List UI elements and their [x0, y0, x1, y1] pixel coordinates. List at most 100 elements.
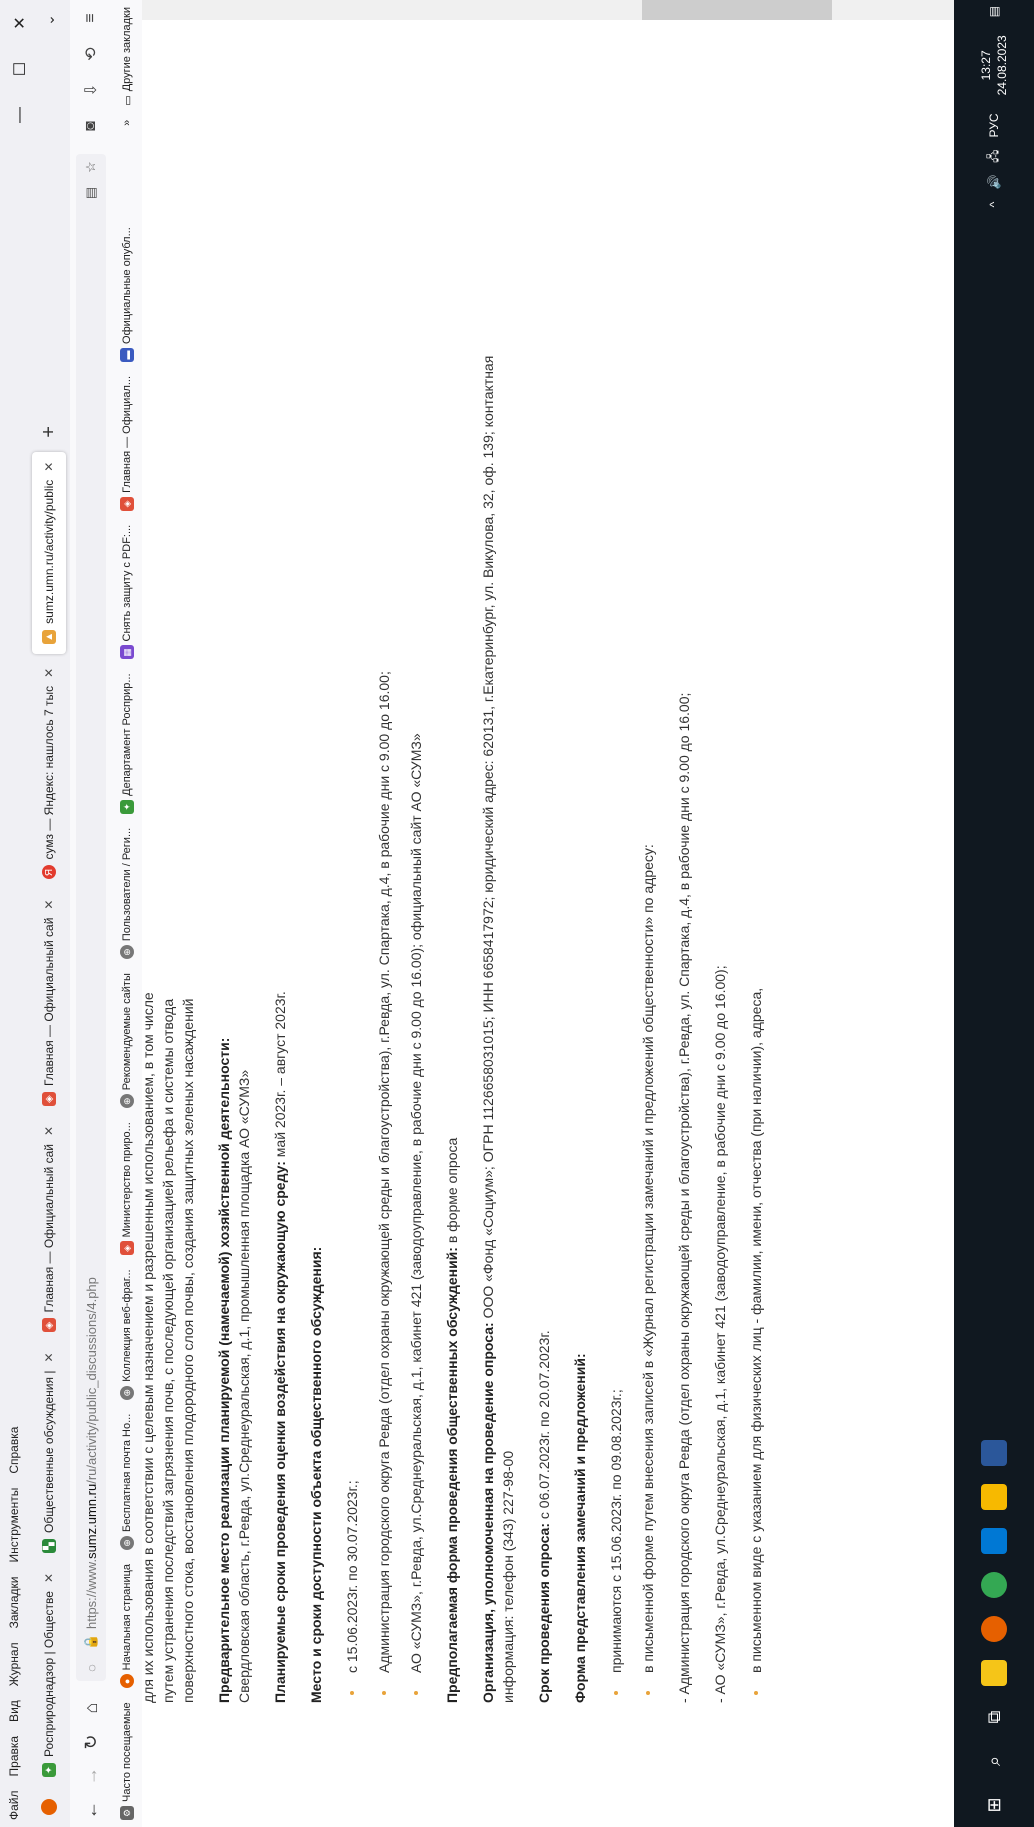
menu-file[interactable]: Файл — [7, 1783, 21, 1827]
close-tab-icon[interactable]: ✕ — [42, 462, 56, 472]
intro-line: путем устранения последствий загрязнения… — [160, 998, 176, 1703]
app-icon[interactable] — [972, 1475, 1016, 1519]
volume-icon[interactable]: 🔊 — [987, 169, 1001, 196]
task-view-icon[interactable]: ⧉ — [972, 1695, 1016, 1739]
taskbar: ⊞ ⌕ ⧉ ^ 🔊 🖧 РУС 13:27 24.08.2023 ▤ — [954, 0, 1034, 1827]
reader-view-icon[interactable]: ▤ — [83, 180, 99, 206]
close-tab-icon[interactable]: ✕ — [42, 668, 56, 678]
menu-history[interactable]: Журнал — [7, 1635, 21, 1693]
yandex-icon: Я — [42, 865, 56, 880]
tab-official-site-2[interactable]: ◈ Главная — Официальный сай ✕ — [32, 890, 66, 1116]
menu-help[interactable]: Справка — [7, 1420, 21, 1481]
bookmark-free-mail[interactable]: ⊕ Бесплатная почта Но... — [120, 1407, 134, 1557]
list-item: в письменной форме путем внесения записе… — [638, 303, 658, 1703]
other-bookmarks[interactable]: ▭ Другие закладки — [121, 0, 134, 113]
intro-line: для их использования в соответствии с це… — [142, 992, 156, 1703]
official-site-icon: ◈ — [42, 1318, 56, 1333]
coat-of-arms-icon: ◈ — [120, 496, 134, 511]
close-tab-icon[interactable]: ✕ — [42, 1126, 56, 1136]
pdf-tool-icon: ▦ — [120, 645, 134, 660]
menu-view[interactable]: Вид — [7, 1693, 21, 1729]
reload-button[interactable]: ↻ — [81, 1725, 102, 1759]
scrollbar-thumb[interactable] — [642, 0, 832, 20]
tab-rosprirodnadzor[interactable]: ✦ Росприроднадзор | Обществе ✕ — [32, 1563, 66, 1787]
file-explorer-icon[interactable] — [972, 1651, 1016, 1695]
search-icon[interactable]: ⌕ — [972, 1739, 1016, 1783]
outlook-icon[interactable] — [972, 1519, 1016, 1563]
language-indicator[interactable]: РУС — [987, 107, 1001, 143]
globe-icon: ⊕ — [120, 1385, 134, 1400]
tab-official-site-1[interactable]: ◈ Главная — Официальный сай ✕ — [32, 1116, 66, 1342]
address-bar[interactable]: ◌ 🔒 https://www.sumz.umn.ru/ru/activity/… — [76, 154, 106, 1681]
menu-bar: Файл Правка Вид Журнал Закладки Инструме… — [0, 0, 28, 1827]
new-tab-button[interactable]: + — [38, 416, 61, 448]
tab-title: Главная — Официальный сай — [42, 917, 56, 1086]
tab-title: sumz.umn.ru/activity/public — [42, 479, 56, 624]
bookmark-web-fragments[interactable]: ⊕ Коллекция веб-фраг... — [120, 1262, 134, 1406]
form-value: в форме опроса — [444, 1137, 460, 1248]
tracking-shield-icon[interactable]: ◌ — [84, 1655, 99, 1681]
network-icon[interactable]: 🖧 — [984, 143, 1005, 168]
app-menu-icon[interactable]: ≡ — [82, 0, 100, 36]
official-site-icon: ◈ — [42, 1091, 56, 1106]
terms-label: Планируемые сроки проведения оценки возд… — [272, 1161, 288, 1703]
list-tabs-icon[interactable]: ⌄ — [41, 0, 58, 40]
tray-chevron-icon[interactable]: ^ — [987, 196, 1001, 214]
bookmark-recommended[interactable]: ⊕ Рекомендуемые сайты — [120, 966, 134, 1115]
bookmark-start-page[interactable]: ● Начальная страница — [120, 1557, 134, 1695]
bookmark-pdf-unlock[interactable]: ▦ Снять защиту с PDF:... — [120, 518, 134, 667]
clock[interactable]: 13:27 24.08.2023 — [978, 23, 1010, 107]
chrome-icon[interactable] — [972, 1563, 1016, 1607]
form-section: Предполагаемая форма проведения обществе… — [442, 303, 462, 1703]
bookmark-star-icon[interactable]: ☆ — [83, 154, 99, 180]
bookmark-most-visited[interactable]: ⚙ Часто посещаемые — [120, 1695, 134, 1827]
survey-label: Срок проведения опроса: — [536, 1522, 552, 1703]
globe-icon: ⊕ — [120, 945, 134, 960]
sync-icon[interactable]: ⟲ — [81, 36, 101, 72]
bookmark-ministry[interactable]: ◈ Министерство приро... — [120, 1115, 134, 1262]
downloads-icon[interactable]: ⇩ — [81, 72, 101, 108]
menu-tools[interactable]: Инструменты — [7, 1481, 21, 1570]
bookmark-department[interactable]: ✦ Департамент Росприр... — [120, 667, 134, 821]
url-text[interactable]: https://www.sumz.umn.ru/ru/activity/publ… — [84, 206, 99, 1629]
navigation-bar: ← → ↻ ⌂ ◌ 🔒 https://www.sumz.umn.ru/ru/a… — [70, 0, 112, 1827]
menu-edit[interactable]: Правка — [7, 1729, 21, 1784]
home-button[interactable]: ⌂ — [81, 1691, 102, 1725]
notifications-icon[interactable]: ▤ — [987, 0, 1001, 23]
toolbar-right: ◙ ⇩ ⟲ ≡ — [81, 0, 101, 144]
bookmark-main-official[interactable]: ◈ Главная — Официал... — [120, 369, 134, 518]
forward-button[interactable]: → — [81, 1759, 102, 1793]
time: 13:27 — [979, 50, 993, 81]
form-label: Предполагаемая форма проведения обществе… — [444, 1247, 460, 1703]
tab-yandex-search[interactable]: Я сумз — Яндекс: нашлось 7 тыс ✕ — [32, 658, 66, 890]
list-item: Администрация городского округа Ревда (о… — [374, 303, 394, 1703]
place-label: Предварительное место реализации планиру… — [216, 1037, 232, 1703]
close-tab-icon[interactable]: ✕ — [42, 900, 56, 910]
tab-title: Общественные обсуждения | — [42, 1370, 56, 1533]
url-domain: sumz.umn.ru — [83, 1483, 99, 1559]
firefox-icon[interactable] — [972, 1607, 1016, 1651]
back-button[interactable]: ← — [81, 1793, 102, 1827]
tab-sumz-active[interactable]: ▲ sumz.umn.ru/activity/public ✕ — [32, 451, 66, 654]
article: для их использования в соответствии с це… — [142, 303, 782, 1703]
firefox-view-icon[interactable] — [41, 1787, 57, 1827]
menu-bookmarks[interactable]: Закладки — [7, 1569, 21, 1635]
coat-of-arms-icon: ◈ — [120, 1241, 134, 1256]
start-button[interactable]: ⊞ — [972, 1783, 1016, 1827]
word-icon[interactable] — [972, 1431, 1016, 1475]
bookmark-official-publications[interactable]: ▬ Официальные опубл... — [120, 220, 134, 369]
close-tab-icon[interactable]: ✕ — [42, 1352, 56, 1362]
page-content: для их использования в соответствии с це… — [142, 20, 954, 1827]
page-scrollbar[interactable] — [142, 0, 954, 20]
list-item: в письменном виде с указанием для физиче… — [746, 303, 766, 1703]
place-section: Предварительное место реализации планиру… — [214, 303, 254, 1703]
pocket-icon[interactable]: ◙ — [82, 108, 100, 144]
sumz-icon: ▲ — [42, 629, 56, 644]
tab-public-discussions[interactable]: ▚ Общественные обсуждения | ✕ — [32, 1342, 66, 1563]
globe-icon: ⊕ — [120, 1535, 134, 1550]
lock-icon[interactable]: 🔒 — [83, 1629, 99, 1655]
bookmarks-overflow-button[interactable]: » — [121, 113, 133, 133]
survey-value: с 06.07.2023г. по 20.07.2023г. — [536, 1330, 552, 1523]
close-tab-icon[interactable]: ✕ — [42, 1573, 56, 1583]
bookmark-users[interactable]: ⊕ Пользователи / Реги... — [120, 821, 134, 966]
